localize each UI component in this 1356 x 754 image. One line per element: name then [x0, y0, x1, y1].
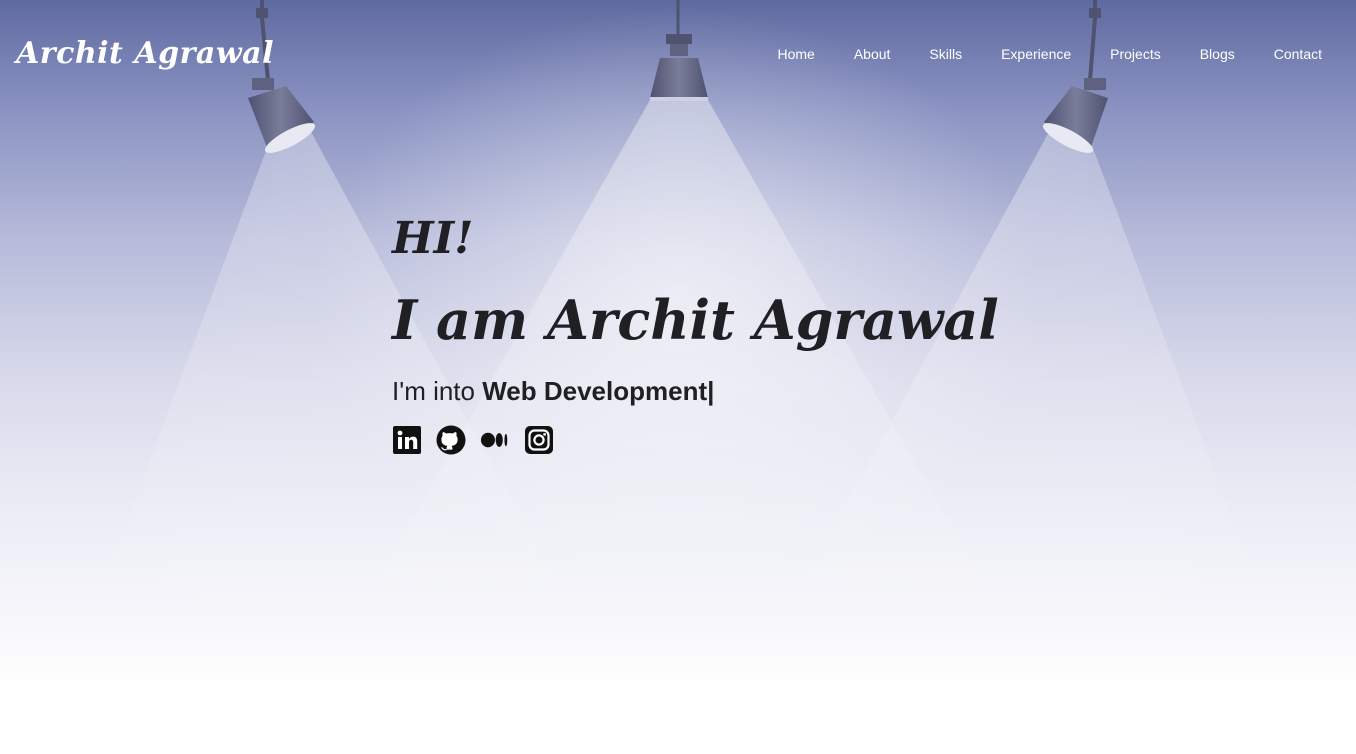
- linkedin-link[interactable]: [392, 425, 422, 455]
- medium-icon: [480, 432, 508, 448]
- nav-experience[interactable]: Experience: [1001, 46, 1071, 62]
- nav-blogs[interactable]: Blogs: [1200, 46, 1235, 62]
- nav-about[interactable]: About: [854, 46, 891, 62]
- hero-section: HI! I am Archit Agrawal I'm into Web Dev…: [392, 210, 999, 455]
- linkedin-icon: [393, 426, 421, 454]
- center-spotlight-icon: [650, 0, 708, 101]
- right-spotlight-icon: [1042, 0, 1108, 153]
- github-link[interactable]: [436, 425, 466, 455]
- main-nav: Home About Skills Experience Projects Bl…: [738, 46, 1322, 62]
- nav-skills[interactable]: Skills: [929, 46, 962, 62]
- hero-tagline: I'm into Web Development|: [392, 376, 999, 407]
- tagline-prefix: I'm into: [392, 376, 483, 406]
- tagline-highlight: Web Development: [482, 376, 708, 406]
- github-icon: [436, 425, 466, 455]
- instagram-link[interactable]: [524, 425, 554, 455]
- left-spotlight-icon: [248, 0, 316, 153]
- social-links: [392, 425, 999, 455]
- hero-headline: I am Archit Agrawal: [392, 288, 999, 352]
- medium-link[interactable]: [480, 425, 510, 455]
- nav-home[interactable]: Home: [777, 46, 814, 62]
- site-logo[interactable]: Archit Agrawal: [16, 36, 274, 71]
- typing-cursor: |: [707, 376, 715, 406]
- greeting: HI!: [392, 213, 474, 264]
- nav-projects[interactable]: Projects: [1110, 46, 1161, 62]
- instagram-icon: [525, 426, 553, 454]
- nav-contact[interactable]: Contact: [1274, 46, 1322, 62]
